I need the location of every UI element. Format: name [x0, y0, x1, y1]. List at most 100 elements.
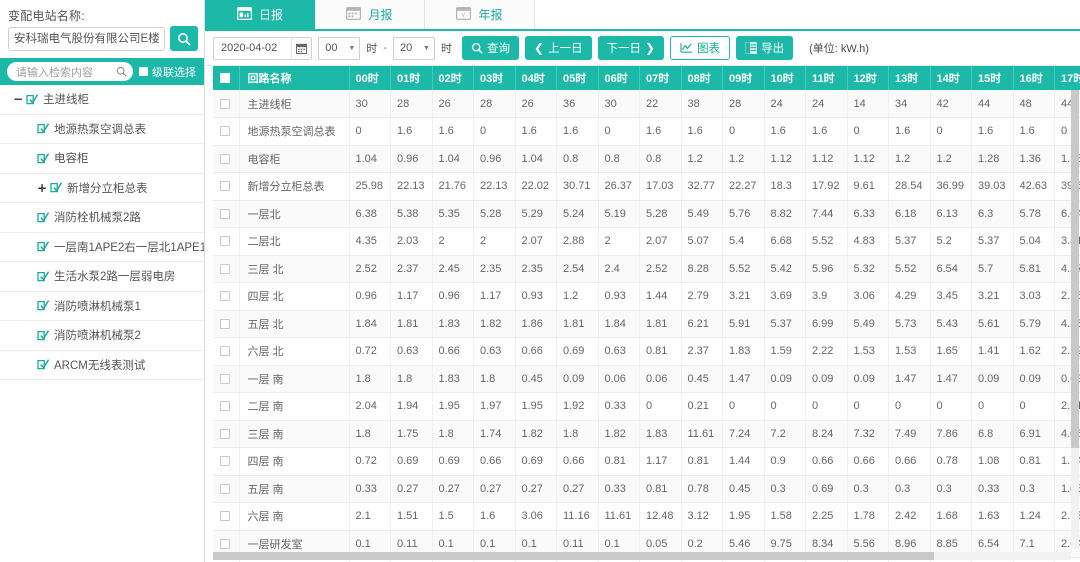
station-name-input[interactable]: 安科瑞电气股份有限公司E楼 — [8, 27, 165, 51]
value-cell-h14: 0.3 — [930, 475, 972, 503]
row-checkbox[interactable] — [220, 374, 230, 384]
row-checkbox[interactable] — [220, 264, 230, 274]
row-checkbox-cell[interactable] — [213, 255, 239, 283]
previous-day-button[interactable]: ❮ 上一日 — [525, 36, 592, 60]
tab-2[interactable]: Y年报 — [425, 0, 535, 29]
station-search-button[interactable] — [170, 26, 198, 51]
tree-node-1[interactable]: 地源热泵空调总表 — [0, 115, 204, 145]
value-cell-h0: 1.84 — [349, 310, 391, 338]
value-cell-h7: 0.81 — [640, 475, 682, 503]
row-checkbox[interactable] — [220, 401, 230, 411]
tree-search-placeholder: 请输入检索内容 — [16, 64, 93, 80]
tree-node-5[interactable]: 一层南1APE2右一层北1APE1左 — [0, 233, 204, 263]
expand-icon[interactable]: + — [37, 181, 50, 195]
tree-search-input[interactable]: 请输入检索内容 — [7, 62, 133, 81]
tree-node-2[interactable]: 电容柜 — [0, 144, 204, 174]
row-checkbox-cell[interactable] — [213, 365, 239, 393]
tree-node-6[interactable]: 生活水泵2路一层弱电房 — [0, 262, 204, 292]
row-checkbox[interactable] — [220, 539, 230, 549]
circuit-name-cell: 二层 南 — [239, 393, 349, 421]
row-checkbox-cell[interactable] — [213, 118, 239, 146]
value-cell-h5: 0.69 — [557, 338, 599, 366]
row-checkbox-cell[interactable] — [213, 90, 239, 118]
row-checkbox[interactable] — [220, 319, 230, 329]
value-cell-h7: 0.8 — [640, 145, 682, 173]
row-checkbox-cell[interactable] — [213, 228, 239, 256]
table-row: 四层 南0.720.690.690.660.690.660.811.170.81… — [213, 448, 1080, 476]
cascade-select-toggle[interactable]: 级联选择 — [139, 64, 198, 80]
row-checkbox-cell[interactable] — [213, 503, 239, 531]
tree-node-3[interactable]: +新增分立柜总表 — [0, 174, 204, 204]
value-cell-h2: 0.66 — [432, 338, 474, 366]
chart-button-label: 图表 — [697, 40, 720, 56]
row-checkbox[interactable] — [220, 154, 230, 164]
value-cell-h16: 5.79 — [1013, 310, 1055, 338]
table-row: 一层 南1.81.81.831.80.450.090.060.060.451.4… — [213, 365, 1080, 393]
value-cell-h12: 1.78 — [847, 503, 889, 531]
row-checkbox[interactable] — [220, 429, 230, 439]
next-day-button[interactable]: 下一日 ❯ — [598, 36, 665, 60]
row-checkbox-cell[interactable] — [213, 475, 239, 503]
table-row: 四层 北0.961.170.961.170.931.20.931.442.793… — [213, 283, 1080, 311]
value-cell-h9: 22.27 — [723, 173, 765, 201]
horizontal-scrollbar-thumb[interactable] — [213, 552, 934, 560]
row-checkbox[interactable] — [220, 456, 230, 466]
query-button[interactable]: 查询 — [462, 36, 519, 60]
row-checkbox-cell[interactable] — [213, 310, 239, 338]
value-cell-h14: 5.43 — [930, 310, 972, 338]
row-checkbox[interactable] — [220, 291, 230, 301]
value-cell-h1: 1.6 — [391, 118, 433, 146]
row-checkbox[interactable] — [220, 236, 230, 246]
tab-1[interactable]: 月报 — [315, 0, 425, 29]
range-dash: - — [383, 42, 387, 54]
value-cell-h0: 2.52 — [349, 255, 391, 283]
value-cell-h2: 2 — [432, 228, 474, 256]
row-checkbox-cell[interactable] — [213, 145, 239, 173]
value-cell-h5: 1.92 — [557, 393, 599, 421]
value-cell-h10: 1.12 — [764, 145, 806, 173]
row-checkbox-cell[interactable] — [213, 448, 239, 476]
value-cell-h5: 30.71 — [557, 173, 599, 201]
value-cell-h7: 2.07 — [640, 228, 682, 256]
chart-button[interactable]: 图表 — [670, 36, 730, 60]
date-picker[interactable]: 2020-04-02 — [213, 37, 312, 60]
export-button[interactable]: 导出 — [736, 36, 793, 60]
cascade-checkbox[interactable] — [139, 67, 148, 76]
row-checkbox-cell[interactable] — [213, 200, 239, 228]
tree-node-7[interactable]: 消防喷淋机械泵1 — [0, 292, 204, 322]
row-checkbox[interactable] — [220, 484, 230, 494]
report-table-container: 回路名称00时01时02时03时04时05时06时07时08时09时10时11时… — [205, 66, 1080, 562]
tree-node-8[interactable]: 消防喷淋机械泵2 — [0, 321, 204, 351]
row-checkbox-cell[interactable] — [213, 420, 239, 448]
row-checkbox-cell[interactable] — [213, 338, 239, 366]
row-checkbox-cell[interactable] — [213, 393, 239, 421]
value-cell-h1: 2.03 — [391, 228, 433, 256]
row-checkbox-cell[interactable] — [213, 283, 239, 311]
value-cell-h4: 0.45 — [515, 365, 557, 393]
table-vertical-scrollbar[interactable] — [1071, 90, 1079, 549]
row-checkbox[interactable] — [220, 511, 230, 521]
value-cell-h4: 1.86 — [515, 310, 557, 338]
row-checkbox[interactable] — [220, 126, 230, 136]
tree-node-9[interactable]: ARCM无线表测试 — [0, 351, 204, 381]
hour-end-select[interactable]: 20 ▼ — [393, 37, 435, 60]
table-horizontal-scrollbar[interactable] — [213, 552, 1071, 560]
tree-node-4[interactable]: 消防栓机械泵2路 — [0, 203, 204, 233]
row-checkbox[interactable] — [220, 99, 230, 109]
select-all-checkbox[interactable] — [220, 73, 230, 83]
row-checkbox[interactable] — [220, 209, 230, 219]
value-cell-h15: 5.37 — [972, 228, 1014, 256]
row-checkbox[interactable] — [220, 346, 230, 356]
hour-start-select[interactable]: 00 ▼ — [318, 37, 360, 60]
vertical-scrollbar-thumb[interactable] — [1071, 90, 1079, 448]
tree-node-0[interactable]: −主进线柜 — [0, 85, 204, 115]
value-cell-h4: 1.04 — [515, 145, 557, 173]
value-cell-h5: 1.81 — [557, 310, 599, 338]
value-cell-h1: 0.63 — [391, 338, 433, 366]
row-checkbox[interactable] — [220, 181, 230, 191]
collapse-icon[interactable]: − — [13, 92, 26, 106]
row-checkbox-cell[interactable] — [213, 173, 239, 201]
select-all-header[interactable] — [213, 66, 239, 90]
value-cell-h9: 5.91 — [723, 310, 765, 338]
tab-0[interactable]: 日报 — [205, 0, 315, 29]
